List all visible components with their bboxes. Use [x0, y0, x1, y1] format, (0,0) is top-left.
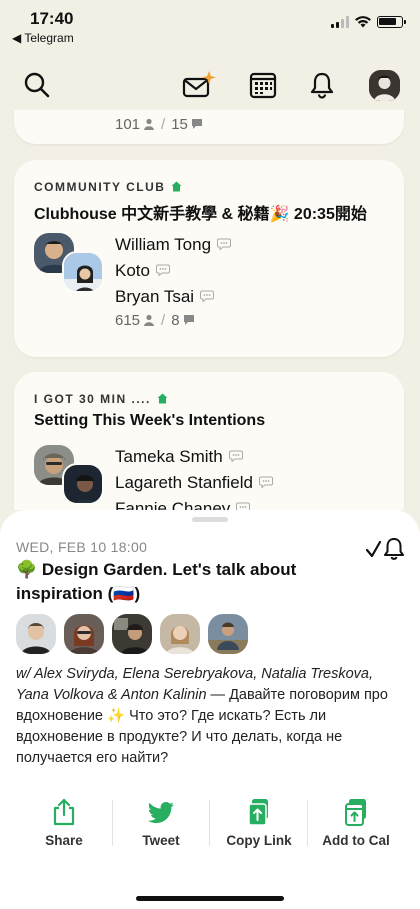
copy-link-icon: [248, 799, 268, 826]
room-card[interactable]: I GOT 30 MIN .... Setting This Week's In…: [14, 372, 404, 510]
search-icon[interactable]: [22, 70, 52, 100]
listener-count: 101: [115, 116, 141, 133]
event-date: WED, FEB 10 18:00: [16, 539, 148, 555]
person-icon: [144, 118, 155, 130]
avatar[interactable]: [160, 614, 200, 654]
speaker-count: 8: [171, 312, 180, 329]
tweet-button[interactable]: Tweet: [111, 796, 211, 856]
room-card-partial[interactable]: 101/15: [14, 110, 404, 144]
avatar[interactable]: [112, 614, 152, 654]
room-card[interactable]: COMMUNITY CLUB Clubhouse 中文新手教學 & 秘籍🎉 20…: [14, 160, 404, 357]
clock-time: 17:40: [30, 9, 74, 28]
home-indicator[interactable]: [136, 896, 284, 901]
back-to-telegram-link[interactable]: ◀ Telegram: [12, 31, 74, 45]
copy-link-button[interactable]: Copy Link: [209, 796, 309, 856]
avatar[interactable]: [16, 614, 56, 654]
speaker-name: William Tong: [115, 232, 232, 258]
bell-icon[interactable]: [307, 70, 337, 100]
person-icon: [144, 314, 155, 326]
house-icon: [157, 393, 168, 404]
house-icon: [171, 181, 182, 192]
wifi-icon: [355, 16, 371, 28]
status-bar: 17:40 ◀ Telegram: [0, 0, 420, 50]
listener-count: 615: [115, 312, 141, 329]
avatar[interactable]: [208, 614, 248, 654]
speaker-name: Bryan Tsai: [115, 284, 231, 310]
add-to-cal-button[interactable]: Add to Cal: [306, 796, 406, 856]
calendar-icon[interactable]: [248, 70, 278, 100]
speaker-bubble-icon: [217, 238, 232, 250]
speaker-bubble-icon: [155, 264, 170, 276]
twitter-icon: [148, 802, 174, 824]
room-feed[interactable]: 101/15 COMMUNITY CLUB Clubhouse 中文新手教學 &…: [0, 110, 420, 510]
club-name: COMMUNITY CLUB: [34, 180, 182, 194]
avatar: [62, 463, 104, 505]
speaker-avatars: [34, 233, 106, 293]
top-toolbar: [0, 62, 420, 110]
sheet-grabber[interactable]: [192, 517, 228, 522]
share-button[interactable]: Share: [14, 796, 114, 856]
avatar: [62, 251, 104, 293]
speaker-avatars: [34, 445, 106, 505]
speaker-bubble-icon: [259, 476, 273, 488]
event-bottom-sheet[interactable]: WED, FEB 10 18:00 🌳 Design Garden. Let's…: [0, 510, 420, 909]
add-to-calendar-icon: [345, 799, 366, 826]
speaker-count: 15: [171, 116, 188, 133]
speaker-list: William Tong Koto Bryan Tsai 615/8: [115, 232, 232, 329]
room-counts: 615/8: [115, 312, 231, 329]
avatar[interactable]: [64, 614, 104, 654]
event-description: w/ Alex Sviryda, Elena Serebryakova, Nat…: [16, 664, 406, 769]
chat-bubble-icon: [191, 119, 202, 129]
profile-avatar[interactable]: [369, 70, 400, 101]
room-counts: 101/15: [115, 116, 203, 133]
cellular-signal-icon: [331, 16, 349, 28]
speaker-list: Tameka Smith Lagareth Stanfield Fannie C…: [115, 444, 273, 510]
speaker-name: Lagareth Stanfield: [115, 470, 273, 496]
event-title: 🌳 Design Garden. Let's talk about inspir…: [16, 560, 297, 603]
speaker-name: Tameka Smith: [115, 444, 273, 470]
invite-envelope-icon[interactable]: [182, 70, 218, 100]
speaker-name: Koto: [115, 258, 231, 284]
speaker-bubble-icon: [228, 450, 243, 462]
room-title: Clubhouse 中文新手教學 & 秘籍🎉 20:35開始: [34, 206, 367, 223]
speaker-bubble-icon: [200, 290, 215, 302]
room-title: Setting This Week's Intentions: [34, 412, 266, 429]
notify-bell-check-icon[interactable]: [366, 536, 408, 562]
share-actions: Share Tweet Copy Link Add to Cal: [0, 796, 420, 856]
speaker-bubble-icon: [236, 502, 251, 510]
battery-icon: [377, 16, 406, 28]
chat-bubble-icon: [183, 315, 194, 325]
club-name: I GOT 30 MIN ....: [34, 392, 168, 406]
share-icon: [53, 798, 75, 826]
speaker-name: Fannie Chaney: [115, 496, 273, 510]
